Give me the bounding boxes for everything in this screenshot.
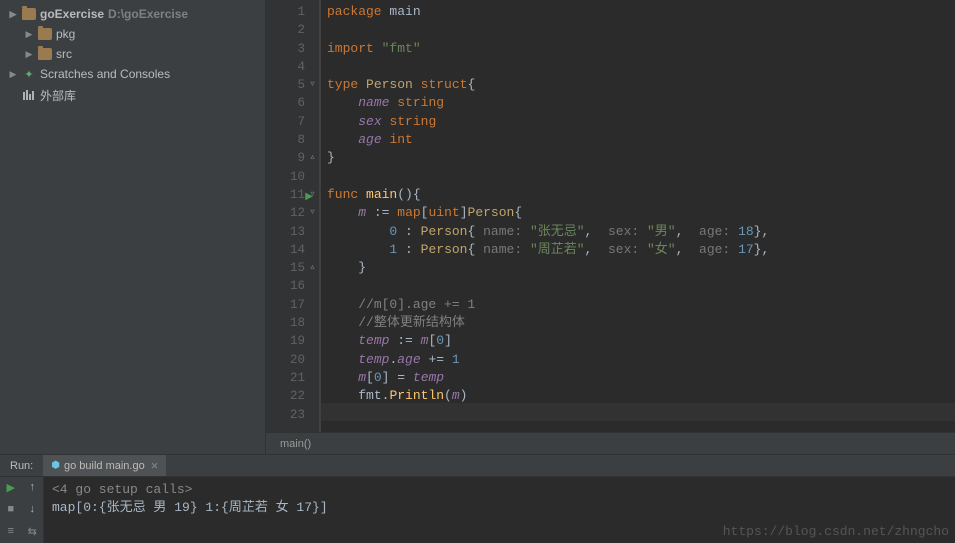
go-icon: ⬢ xyxy=(51,460,60,471)
breadcrumb-item[interactable]: main() xyxy=(280,438,311,450)
down-button[interactable]: ↓ xyxy=(22,499,44,521)
folder-icon xyxy=(38,28,52,40)
tree-item-external[interactable]: 外部库 xyxy=(0,84,265,107)
code-editor: 1 2 3 4 5 6 7 8 9 10 11 12 13 14 15 16 1… xyxy=(266,0,955,454)
tree-item-pkg[interactable]: ▶ pkg xyxy=(0,24,265,44)
console-output[interactable]: <4 go setup calls> map[0:{张无忌 男 19} 1:{周… xyxy=(44,477,955,543)
arrow-icon: ▶ xyxy=(24,49,34,60)
tree-label: 外部库 xyxy=(40,87,76,104)
tree-item-root[interactable]: ▶ goExercise D:\goExercise xyxy=(0,4,265,24)
run-panel: Run: ⬢ go build main.go × ▶ ↑ ■ ↓ ≡ ⇆ <4… xyxy=(0,454,955,534)
tree-label: goExercise xyxy=(40,7,104,21)
more-button[interactable]: ≡ xyxy=(0,521,22,543)
tree-item-src[interactable]: ▶ src xyxy=(0,44,265,64)
arrow-icon: ▶ xyxy=(24,29,34,40)
scratch-icon: ✦ xyxy=(22,67,36,81)
output-line: map[0:{张无忌 男 19} 1:{周芷若 女 17}] xyxy=(52,499,947,517)
panel-label: Run: xyxy=(0,460,43,472)
arrow-icon: ▶ xyxy=(8,69,18,80)
wrap-button[interactable]: ⇆ xyxy=(22,521,44,543)
code-area[interactable]: 1 2 3 4 5 6 7 8 9 10 11 12 13 14 15 16 1… xyxy=(266,0,955,432)
tree-label: pkg xyxy=(56,27,75,41)
library-icon xyxy=(22,90,36,102)
code-content[interactable]: package main import "fmt" type Person st… xyxy=(320,0,955,432)
run-controls: ▶ ↑ ■ ↓ ≡ ⇆ xyxy=(0,477,44,543)
project-tree: ▶ goExercise D:\goExercise ▶ pkg ▶ src ▶… xyxy=(0,0,266,454)
arrow-icon: ▶ xyxy=(8,9,18,20)
watermark: https://blog.csdn.net/zhngcho xyxy=(723,523,949,541)
up-button[interactable]: ↑ xyxy=(22,477,44,499)
line-gutter: 1 2 3 4 5 6 7 8 9 10 11 12 13 14 15 16 1… xyxy=(266,0,320,432)
output-setup: <4 go setup calls> xyxy=(52,481,947,499)
tab-label: go build main.go xyxy=(64,460,145,472)
tree-label: src xyxy=(56,47,72,61)
tree-path: D:\goExercise xyxy=(108,7,188,21)
tree-item-scratches[interactable]: ▶ ✦ Scratches and Consoles xyxy=(0,64,265,84)
stop-button[interactable]: ■ xyxy=(0,499,22,521)
folder-icon xyxy=(38,48,52,60)
breadcrumbs[interactable]: main() xyxy=(266,432,955,454)
tree-label: Scratches and Consoles xyxy=(40,67,170,81)
run-config-tab[interactable]: ⬢ go build main.go × xyxy=(43,455,166,476)
folder-icon xyxy=(22,8,36,20)
rerun-button[interactable]: ▶ xyxy=(0,477,22,499)
close-icon[interactable]: × xyxy=(151,458,159,473)
panel-tabs: Run: ⬢ go build main.go × xyxy=(0,455,955,477)
